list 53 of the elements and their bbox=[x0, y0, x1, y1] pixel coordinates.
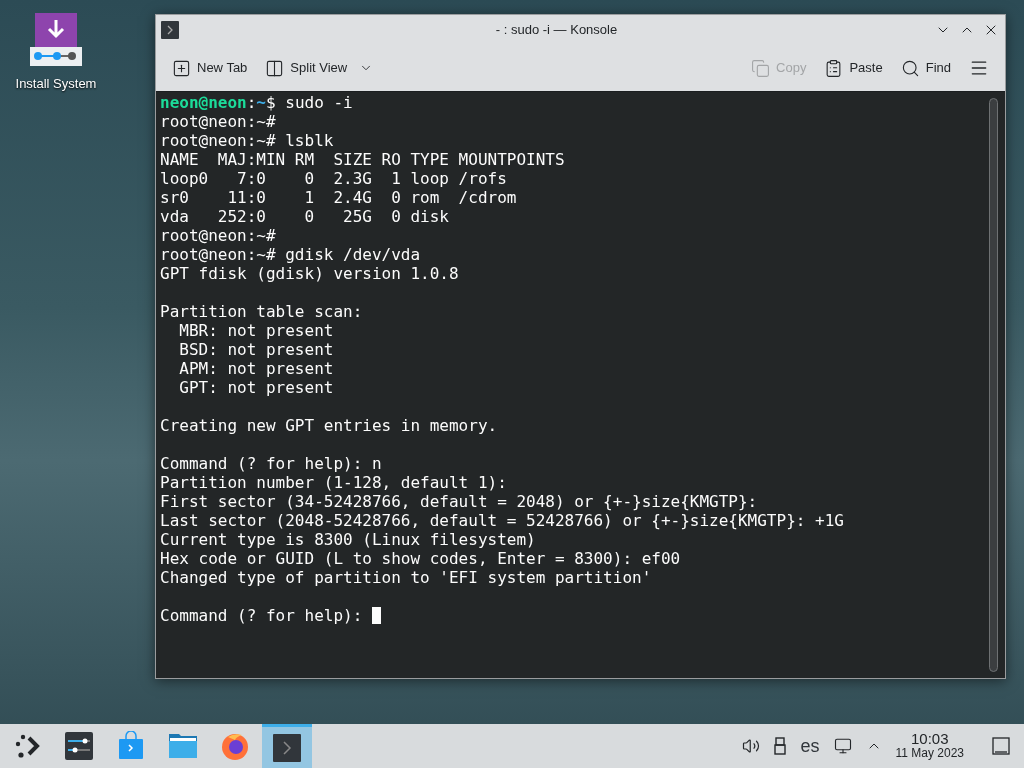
terminal-line: Command (? for help): bbox=[160, 606, 363, 625]
terminal-command: $ sudo -i bbox=[266, 93, 353, 112]
terminal-line: Changed type of partition to 'EFI system partition' bbox=[160, 568, 653, 587]
sliders-icon bbox=[64, 731, 94, 761]
terminal-line: loop0 7:0 0 2.3G 1 loop /rofs bbox=[160, 169, 508, 188]
terminal-line: root@neon:~# gdisk /dev/vda bbox=[160, 245, 422, 264]
terminal-line: GPT fdisk (gdisk) version 1.0.8 bbox=[160, 264, 460, 283]
terminal-line: Last sector (2048-52428766, default = 52428766) or {+-}size{KMGTP}: +1G bbox=[160, 511, 845, 530]
folder-icon bbox=[168, 732, 198, 760]
terminal-line: NAME MAJ:MIN RM SIZE RO TYPE MOUNTPOINTS bbox=[160, 150, 566, 169]
terminal-line: Creating new GPT entries in memory. bbox=[160, 416, 499, 435]
terminal-icon bbox=[273, 733, 301, 762]
launcher-icon bbox=[14, 733, 40, 759]
terminal-line: APM: not present bbox=[178, 359, 335, 378]
terminal-line: Partition number (1-128, default 1): bbox=[160, 473, 508, 492]
usb-drive-icon[interactable] bbox=[774, 737, 787, 755]
show-desktop-icon[interactable] bbox=[992, 737, 1010, 755]
volume-icon[interactable] bbox=[742, 737, 761, 755]
terminal-line: root@neon:~# lsblk bbox=[160, 131, 335, 150]
terminal-line: Partition table scan: bbox=[160, 302, 364, 321]
terminal-line: First sector (34-52428766, default = 2048) or {+-}size{KMGTP}: bbox=[160, 492, 759, 511]
terminal-line: root@neon:~# bbox=[160, 226, 277, 245]
new-tab-button[interactable]: New Tab bbox=[166, 53, 254, 83]
keyboard-layout-indicator[interactable]: es bbox=[800, 732, 820, 760]
desktop-icon-label[interactable]: Install System bbox=[15, 74, 97, 94]
prompt-user: neon@neon bbox=[160, 93, 247, 112]
copy-icon bbox=[751, 58, 771, 78]
taskbar-item[interactable] bbox=[262, 724, 312, 768]
search-icon bbox=[900, 58, 920, 78]
terminal-app-icon bbox=[161, 21, 179, 39]
terminal-line: Current type is 8300 (Linux filesystem) bbox=[160, 530, 537, 549]
prompt-separator: : bbox=[246, 93, 257, 112]
terminal-line: sr0 11:0 1 2.4G 0 rom /cdrom bbox=[160, 188, 518, 207]
terminal-line: Hex code or GUID (L to show codes, Enter = 8300): ef00 bbox=[160, 549, 682, 568]
terminal-line: root@neon:~# bbox=[160, 112, 277, 131]
prompt-path: ~ bbox=[256, 93, 266, 112]
find-button[interactable]: Find bbox=[894, 53, 957, 83]
installer-icon[interactable] bbox=[29, 10, 83, 68]
terminal-line: MBR: not present bbox=[178, 321, 335, 340]
new-tab-icon bbox=[172, 58, 191, 78]
shopping-bag-icon bbox=[116, 731, 146, 761]
split-view-button[interactable]: Split View bbox=[259, 53, 380, 83]
browser-icon bbox=[220, 731, 250, 761]
terminal-line: Command (? for help): n bbox=[160, 454, 383, 473]
terminal-line: BSD: not present bbox=[178, 340, 335, 359]
terminal-line: vda 252:0 0 25G 0 disk bbox=[160, 207, 450, 226]
columns-icon bbox=[265, 58, 285, 78]
paste-button[interactable]: Paste bbox=[818, 53, 889, 83]
clock[interactable]: 10:03 11 May 2023 bbox=[895, 732, 964, 760]
terminal-line: GPT: not present bbox=[178, 378, 335, 397]
window-title: - : sudo -i — Konsole bbox=[495, 21, 618, 40]
network-icon[interactable] bbox=[833, 737, 852, 755]
scrollbar[interactable] bbox=[989, 98, 998, 672]
